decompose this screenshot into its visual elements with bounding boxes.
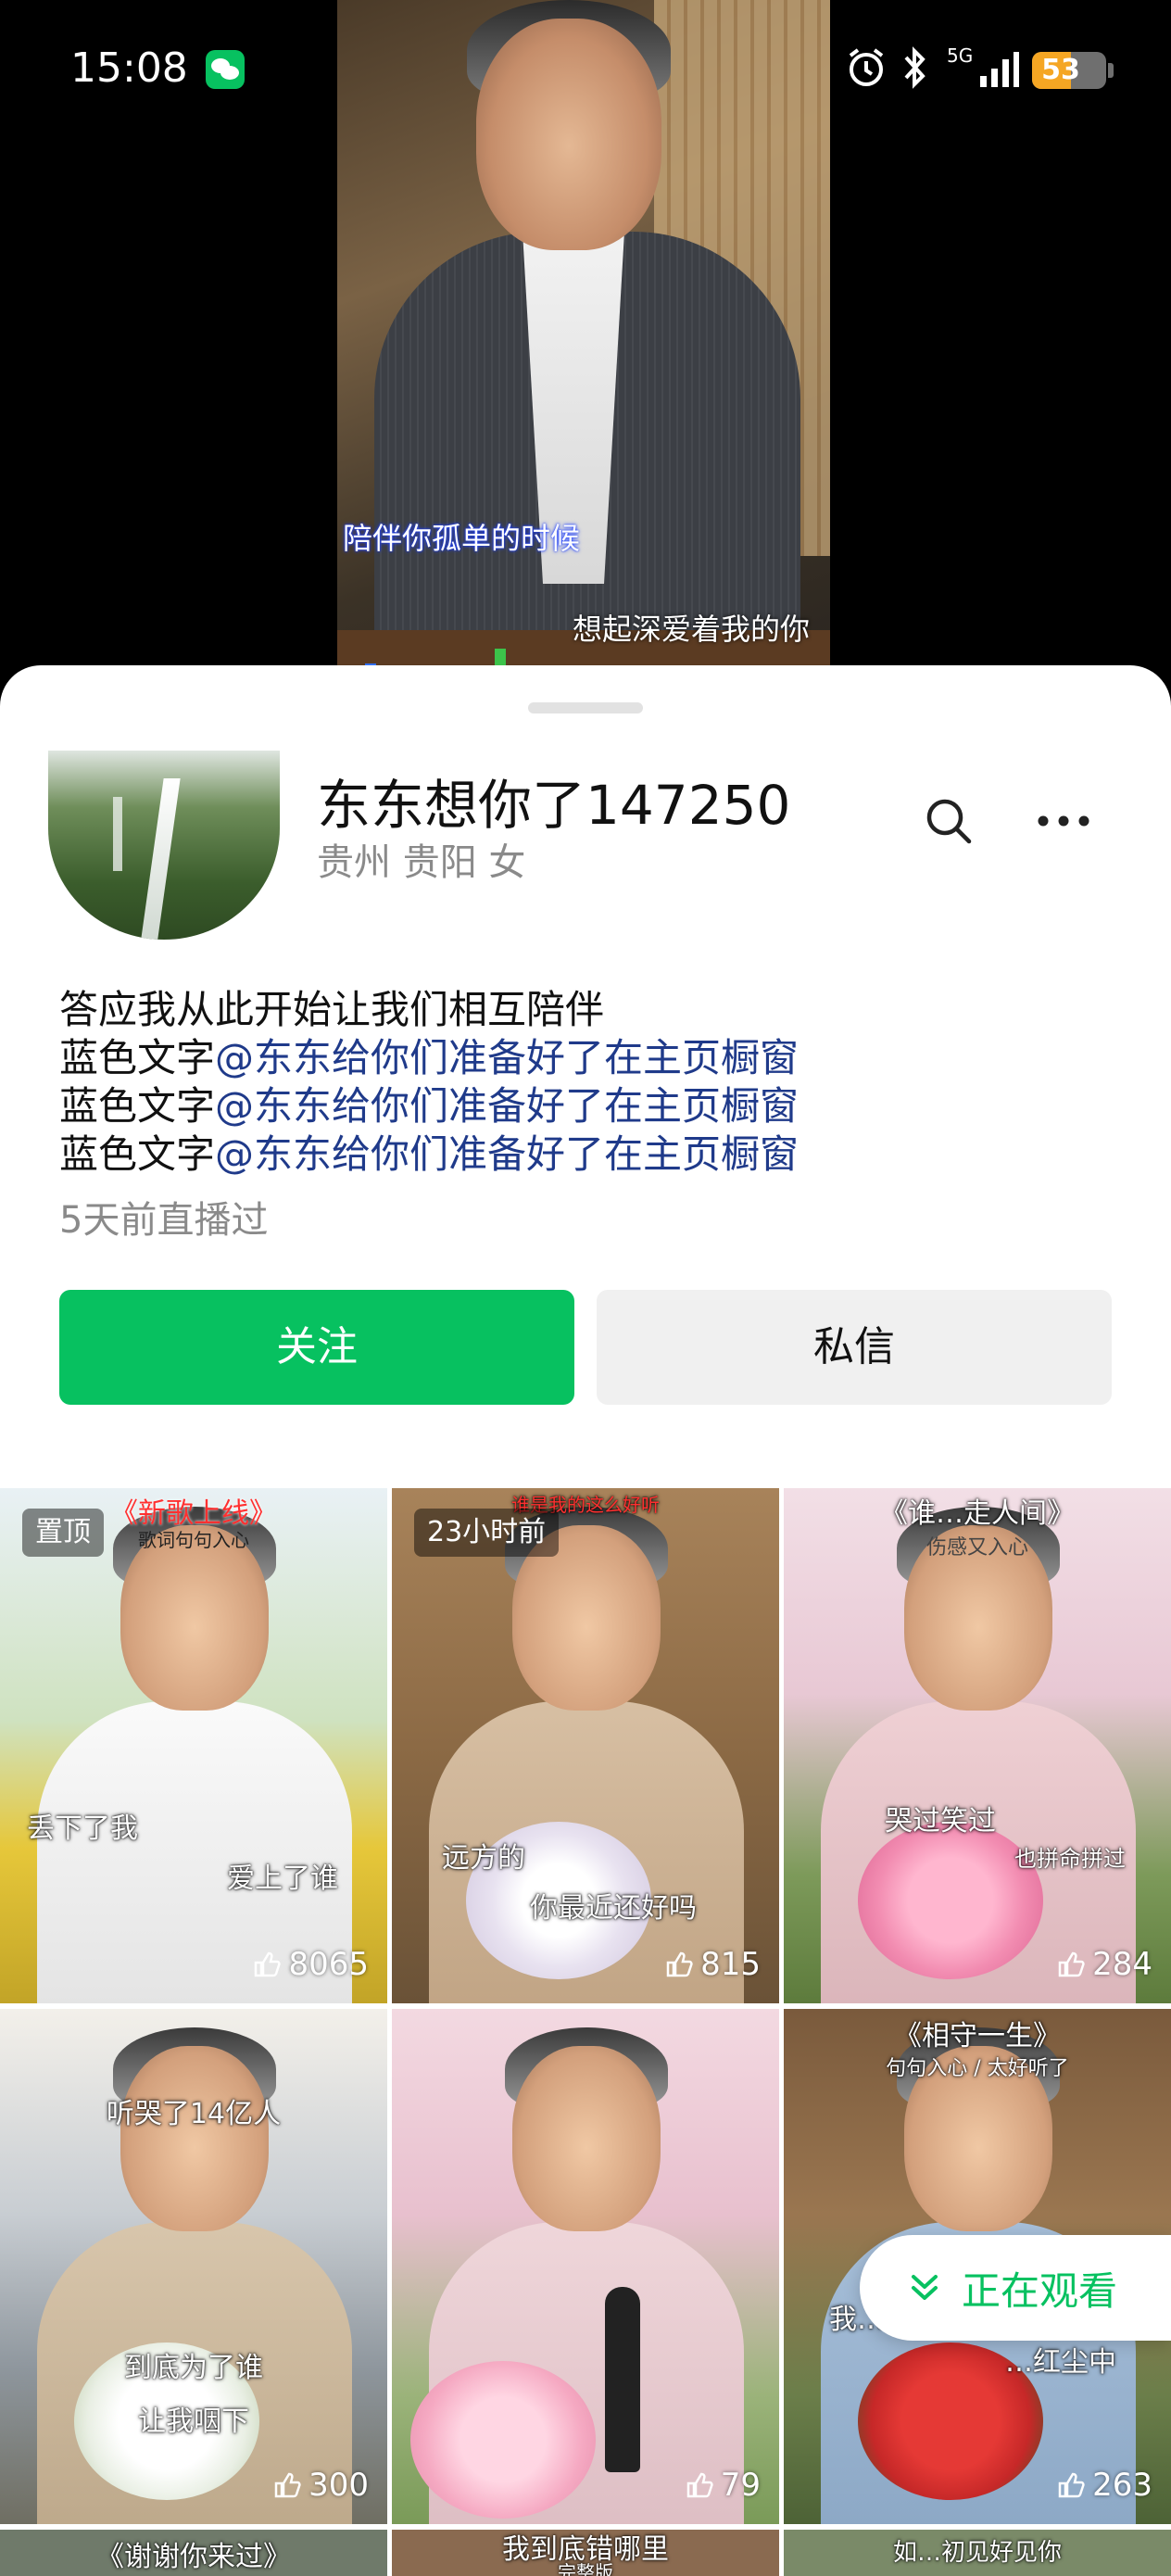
battery-icon: 53 bbox=[1032, 52, 1106, 89]
double-chevron-down-icon bbox=[912, 2275, 938, 2300]
avatar[interactable] bbox=[48, 751, 280, 940]
tile-flowers bbox=[410, 2361, 596, 2519]
battery-level: 53 bbox=[1041, 54, 1080, 86]
wechat-notification-icon bbox=[206, 50, 245, 89]
bio-mention-link[interactable]: @东东给你们准备好了在主页橱窗 bbox=[215, 1131, 799, 1177]
tile-title: 《谁…走人间》 bbox=[880, 1497, 1075, 1530]
bio-prefix: 蓝色文字 bbox=[59, 1131, 216, 1177]
thumbs-up-icon bbox=[274, 2472, 301, 2498]
tile-caption: …红尘中 bbox=[1005, 2346, 1116, 2379]
like-count: 300 bbox=[273, 2467, 369, 2504]
tile-caption: 丢下了我 bbox=[27, 1812, 138, 1845]
like-count: 815 bbox=[665, 1946, 761, 1983]
tile-title: 听哭了14亿人 bbox=[106, 2098, 282, 2130]
tile-caption: 哭过笑过 bbox=[885, 1805, 996, 1837]
time-badge: 23小时前 bbox=[414, 1509, 560, 1557]
avatar-waterfall-small bbox=[113, 797, 122, 871]
like-count-value: 79 bbox=[720, 2467, 761, 2504]
like-count: 79 bbox=[686, 2467, 761, 2504]
like-count: 8065 bbox=[253, 1946, 369, 1983]
bio-line: 蓝色文字@东东给你们准备好了在主页橱窗 bbox=[59, 1130, 799, 1179]
signal-icon bbox=[980, 52, 1019, 87]
thumbs-up-icon bbox=[1058, 1951, 1085, 1977]
bio-mention-link[interactable]: @东东给你们准备好了在主页橱窗 bbox=[215, 1083, 799, 1129]
like-count-value: 8065 bbox=[288, 1946, 369, 1983]
tile-caption: 也拼命拼过 bbox=[1014, 1846, 1126, 1872]
video-tile[interactable]: 谁是我的这么好听 远方的 你最近还好吗 23小时前 815 bbox=[392, 1488, 779, 2003]
tile-caption: 让我咽下 bbox=[138, 2406, 249, 2438]
thumbs-up-icon bbox=[255, 1951, 282, 1977]
sheet-drag-handle[interactable] bbox=[528, 702, 643, 713]
like-count: 263 bbox=[1057, 2467, 1152, 2504]
tile-title: 《相守一生》 bbox=[894, 2020, 1061, 2052]
thumbs-up-icon bbox=[686, 2472, 713, 2498]
like-count: 284 bbox=[1057, 1946, 1152, 1983]
tile-caption: 到底为了谁 bbox=[124, 2352, 263, 2384]
tile-person-face bbox=[120, 1525, 269, 1711]
more-options-icon[interactable] bbox=[1036, 814, 1091, 828]
bio-prefix: 蓝色文字 bbox=[59, 1083, 216, 1129]
battery-tip bbox=[1108, 63, 1114, 78]
alarm-icon bbox=[849, 48, 884, 86]
like-count-value: 815 bbox=[700, 1946, 761, 1983]
profile-name: 东东想你了147250 bbox=[317, 774, 791, 837]
profile-bio: 答应我从此开始让我们相互陪伴 蓝色文字@东东给你们准备好了在主页橱窗 蓝色文字@… bbox=[59, 986, 799, 1179]
like-count-value: 263 bbox=[1092, 2467, 1152, 2504]
video-subtitle: 陪伴你孤单的时候 bbox=[343, 521, 581, 556]
like-count-value: 284 bbox=[1092, 1946, 1152, 1983]
video-tile[interactable]: 79 bbox=[392, 2009, 779, 2524]
avatar-waterfall bbox=[140, 778, 181, 940]
video-tile[interactable]: 《新歌上线》 歌词句句入心 丢下了我 爱上了谁 置顶 8065 bbox=[0, 1488, 387, 2003]
like-count-value: 300 bbox=[308, 2467, 369, 2504]
last-live-status: 5天前直播过 bbox=[59, 1199, 269, 1242]
now-watching-button[interactable]: 正在观看 bbox=[860, 2235, 1171, 2341]
bluetooth-icon bbox=[904, 46, 925, 89]
tile-caption: 你最近还好吗 bbox=[530, 1892, 697, 1925]
tile-subtitle: 句句入心 / 太好听了 bbox=[886, 2057, 1069, 2080]
video-tile[interactable]: 听哭了14亿人 到底为了谁 让我咽下 300 bbox=[0, 2009, 387, 2524]
tile-caption: 远方的 bbox=[442, 1842, 525, 1875]
video-tile[interactable]: 《谁…走人间》 伤感又入心 哭过笑过 也拼命拼过 284 bbox=[784, 1488, 1171, 2003]
message-button[interactable]: 私信 bbox=[597, 1290, 1112, 1405]
status-bar: 15:08 5G 53 bbox=[0, 0, 1171, 130]
video-subtitle: 想起深爱着我的你 bbox=[573, 612, 811, 647]
tile-subtitle: 伤感又入心 bbox=[925, 1536, 1028, 1559]
video-tile[interactable]: 我到底错哪里 完整版 bbox=[392, 2530, 779, 2576]
bio-line: 答应我从此开始让我们相互陪伴 bbox=[59, 987, 605, 1032]
tile-subtitle: 完整版 bbox=[558, 2561, 613, 2576]
tile-microphone bbox=[605, 2287, 640, 2472]
tile-caption: 爱上了谁 bbox=[227, 1863, 338, 1895]
tile-title: 如…初见好见你 bbox=[892, 2539, 1062, 2567]
profile-location: 贵州 贵阳 女 bbox=[317, 841, 526, 884]
video-tile[interactable]: 《谢谢你来过》 bbox=[0, 2530, 387, 2576]
follow-button[interactable]: 关注 bbox=[59, 1290, 574, 1405]
status-time: 15:08 bbox=[70, 44, 188, 92]
thumbs-up-icon bbox=[1058, 2472, 1085, 2498]
thumbs-up-icon bbox=[666, 1951, 693, 1977]
bio-line: 蓝色文字@东东给你们准备好了在主页橱窗 bbox=[59, 1034, 799, 1082]
bio-prefix: 蓝色文字 bbox=[59, 1035, 216, 1080]
now-watching-label: 正在观看 bbox=[962, 2267, 1118, 2314]
video-tile[interactable]: 如…初见好见你 bbox=[784, 2530, 1171, 2576]
tile-title: 《谢谢你来过》 bbox=[96, 2541, 291, 2573]
bio-line: 蓝色文字@东东给你们准备好了在主页橱窗 bbox=[59, 1082, 799, 1130]
tile-person-face bbox=[120, 2046, 269, 2231]
bio-mention-link[interactable]: @东东给你们准备好了在主页橱窗 bbox=[215, 1035, 799, 1080]
tile-person-face bbox=[512, 2046, 661, 2231]
search-icon[interactable] bbox=[923, 795, 975, 847]
pinned-badge: 置顶 bbox=[22, 1509, 104, 1557]
